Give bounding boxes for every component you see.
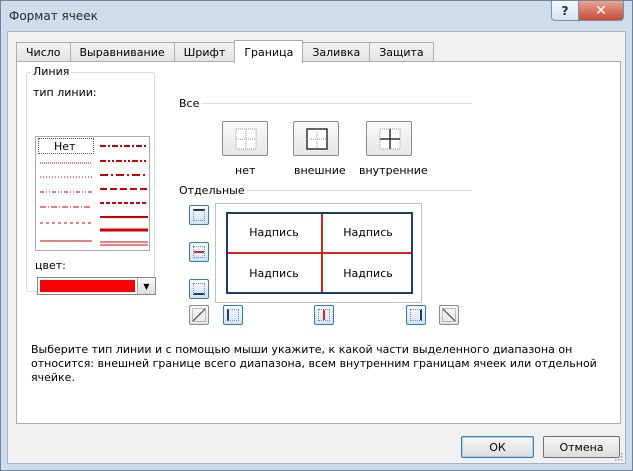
border-tab-panel: Линия тип линии: Нет цвет: ▼ Все нет вне… <box>16 61 621 424</box>
border-right-icon <box>410 309 422 321</box>
tab-font[interactable]: Шрифт <box>173 42 236 62</box>
preset-outline-button[interactable] <box>293 121 339 156</box>
help-button[interactable]: ? <box>551 1 579 21</box>
ok-button[interactable]: ОК <box>461 436 534 458</box>
instructions-text: Выберите тип линии и с помощью мыши укаж… <box>31 343 597 384</box>
border-bottom-button[interactable] <box>189 279 209 299</box>
preview-cell-text: Надпись <box>249 226 299 239</box>
preview-cell-text: Надпись <box>249 267 299 280</box>
color-dropdown-button[interactable]: ▼ <box>137 278 155 294</box>
tab-fill[interactable]: Заливка <box>302 42 371 62</box>
border-left-button[interactable] <box>223 305 243 325</box>
format-cells-dialog: Формат ячеек ? ✕ Число Выравнивание Шриф… <box>0 0 633 471</box>
chevron-down-icon: ▼ <box>143 281 150 291</box>
border-inside-vertical-button[interactable] <box>314 305 334 325</box>
border-bottom-icon <box>193 283 205 295</box>
dialog-body: Число Выравнивание Шрифт Граница Заливка… <box>7 31 626 464</box>
tab-protection[interactable]: Защита <box>369 42 434 62</box>
tab-border[interactable]: Граница <box>234 40 304 63</box>
border-separator <box>240 190 472 191</box>
border-left-icon <box>227 309 239 321</box>
close-icon: ✕ <box>595 2 607 19</box>
help-icon: ? <box>561 3 569 18</box>
border-none-icon <box>235 128 257 150</box>
preset-inside-button[interactable] <box>366 121 412 156</box>
color-swatch <box>40 280 135 292</box>
border-group-title: Отдельные <box>177 184 247 197</box>
border-diagonal-down-button[interactable] <box>439 305 459 325</box>
line-style-label: тип линии: <box>33 86 97 99</box>
diagonal-down-icon <box>442 308 456 322</box>
border-inside-icon <box>379 128 401 150</box>
tab-number[interactable]: Число <box>16 42 71 62</box>
line-style-list[interactable]: Нет <box>35 136 150 251</box>
preset-none-label: нет <box>235 164 256 177</box>
preview-cell-text: Надпись <box>343 267 393 280</box>
preset-none-button[interactable] <box>222 121 268 156</box>
border-inside-horizontal-button[interactable] <box>189 242 209 262</box>
title-bar[interactable]: Формат ячеек ? ✕ <box>1 1 632 31</box>
cancel-button[interactable]: Отмена <box>543 436 620 458</box>
tab-strip: Число Выравнивание Шрифт Граница Заливка… <box>16 40 434 63</box>
resize-grip-icon[interactable] <box>613 451 623 461</box>
color-picker[interactable]: ▼ <box>37 277 156 295</box>
preset-inside-label: внутренние <box>359 164 428 177</box>
presets-separator <box>187 103 472 104</box>
diagonal-up-icon <box>192 308 206 322</box>
window-title: Формат ячеек <box>9 9 98 23</box>
border-top-button[interactable] <box>189 205 209 225</box>
tab-alignment[interactable]: Выравнивание <box>69 42 175 62</box>
preview-outline: Надпись Надпись Надпись Надпись <box>226 212 413 294</box>
preset-outline-label: внешние <box>294 164 346 177</box>
color-label: цвет: <box>35 259 66 272</box>
close-button[interactable]: ✕ <box>578 1 624 21</box>
line-style-samples[interactable] <box>36 137 151 252</box>
border-outline-icon <box>306 128 328 150</box>
border-right-button[interactable] <box>406 305 426 325</box>
border-top-icon <box>193 209 205 221</box>
preview-cell-text: Надпись <box>343 226 393 239</box>
border-diagonal-up-button[interactable] <box>189 305 209 325</box>
preview-inside-horizontal <box>228 252 411 254</box>
border-inside-horizontal-icon <box>193 246 205 258</box>
border-preview[interactable]: Надпись Надпись Надпись Надпись <box>215 203 422 303</box>
border-inside-vertical-icon <box>318 309 330 321</box>
presets-title: Все <box>177 97 202 110</box>
line-group-title: Линия <box>31 65 72 78</box>
